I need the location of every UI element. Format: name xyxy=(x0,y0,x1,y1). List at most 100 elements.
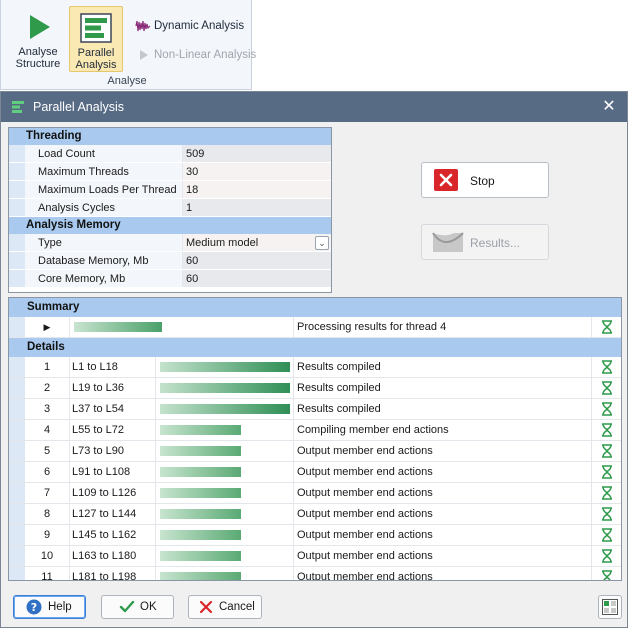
thread-progress-bar xyxy=(155,462,293,482)
max-loads-per-thread-field[interactable]: 18 xyxy=(183,181,331,198)
stop-x-icon xyxy=(434,169,458,191)
max-threads-field[interactable]: 30 xyxy=(183,163,331,180)
results-button-label: Results... xyxy=(470,236,521,250)
thread-status: Output member end actions xyxy=(293,546,591,566)
memory-type-value: Medium model xyxy=(186,237,259,249)
help-button-label: Help xyxy=(48,601,72,613)
load-range: L91 to L108 xyxy=(69,462,155,482)
thread-progress-fill xyxy=(160,551,241,561)
property-label: Maximum Threads xyxy=(25,163,183,180)
property-label: Core Memory, Mb xyxy=(25,270,183,287)
hourglass-icon xyxy=(602,528,612,542)
summary-row[interactable]: ▶ Processing results for thread 4 xyxy=(9,317,621,338)
non-linear-analysis-button[interactable]: Non-Linear Analysis xyxy=(135,45,256,65)
load-range: L19 to L36 xyxy=(69,378,155,398)
thread-number: 2 xyxy=(43,382,51,394)
summary-progress-fill xyxy=(74,322,162,332)
thread-number: 11 xyxy=(41,571,53,581)
thread-progress-fill xyxy=(160,362,290,372)
thread-status: Output member end actions xyxy=(293,567,591,580)
load-range: L73 to L90 xyxy=(69,441,155,461)
core-memory-field[interactable]: 60 xyxy=(183,270,331,287)
checkmark-icon xyxy=(119,600,135,613)
table-row[interactable]: 10 L163 to L180 Output member end actions xyxy=(9,546,621,567)
ribbon: Analyse Structure Parallel Analysis Dyna… xyxy=(0,0,256,90)
table-row[interactable]: 9 L145 to L162 Output member end actions xyxy=(9,525,621,546)
table-row[interactable]: 8 L127 to L144 Output member end actions xyxy=(9,504,621,525)
hourglass-icon xyxy=(602,570,612,580)
dynamic-analysis-button[interactable]: Dynamic Analysis xyxy=(135,16,244,36)
thread-status: Compiling member end actions xyxy=(293,420,591,440)
ok-button-label: OK xyxy=(140,601,157,613)
property-row-max-threads: Maximum Threads 30 xyxy=(9,163,331,181)
cancel-button[interactable]: Cancel xyxy=(188,595,262,619)
thread-progress-bar xyxy=(155,399,293,419)
parallel-analysis-dialog: Parallel Analysis ✕ Threading Load Count… xyxy=(0,91,628,628)
property-row-type: Type Medium model ⌄ xyxy=(9,234,331,252)
thread-progress-bar xyxy=(155,357,293,377)
thread-progress-bar xyxy=(155,504,293,524)
table-row[interactable]: 5 L73 to L90 Output member end actions xyxy=(9,441,621,462)
thread-number: 3 xyxy=(43,403,51,415)
results-button[interactable]: Results... xyxy=(421,224,549,260)
dialog-titlebar[interactable]: Parallel Analysis ✕ xyxy=(1,92,627,122)
table-row[interactable]: 1 L1 to L18 Results compiled xyxy=(9,357,621,378)
dialog-title: Parallel Analysis xyxy=(33,100,125,114)
results-icon xyxy=(432,232,464,252)
hourglass-icon xyxy=(602,360,612,374)
play-icon xyxy=(30,15,50,39)
chevron-down-icon[interactable]: ⌄ xyxy=(315,236,329,250)
thread-progress-bar xyxy=(155,441,293,461)
thread-progress-fill xyxy=(160,404,290,414)
table-row[interactable]: 3 L37 to L54 Results compiled xyxy=(9,399,621,420)
calculator-button[interactable] xyxy=(598,595,622,619)
close-icon[interactable]: ✕ xyxy=(599,97,619,117)
thread-progress-fill xyxy=(160,425,241,435)
table-row[interactable]: 7 L109 to L126 Output member end actions xyxy=(9,483,621,504)
hourglass-icon xyxy=(602,320,612,334)
property-label: Load Count xyxy=(25,145,183,162)
table-row[interactable]: 4 L55 to L72 Compiling member end actions xyxy=(9,420,621,441)
analyse-structure-label: Analyse Structure xyxy=(15,46,61,70)
load-range: L127 to L144 xyxy=(69,504,155,524)
property-label: Database Memory, Mb xyxy=(25,252,183,269)
memory-type-select[interactable]: Medium model ⌄ xyxy=(183,234,331,251)
thread-status: Output member end actions xyxy=(293,441,591,461)
hourglass-icon xyxy=(602,549,612,563)
cancel-button-label: Cancel xyxy=(219,601,255,613)
hourglass-icon xyxy=(602,486,612,500)
thread-status: Output member end actions xyxy=(293,504,591,524)
current-row-arrow-icon: ▶ xyxy=(43,321,51,332)
thread-progress-bar xyxy=(155,546,293,566)
thread-progress-fill xyxy=(160,488,241,498)
database-memory-field[interactable]: 60 xyxy=(183,252,331,269)
load-range: L55 to L72 xyxy=(69,420,155,440)
ok-button[interactable]: OK xyxy=(101,595,174,619)
calculator-icon xyxy=(602,599,618,615)
load-range: L145 to L162 xyxy=(69,525,155,545)
analysis-memory-section-header: Analysis Memory xyxy=(9,217,331,234)
analyse-structure-button[interactable]: Analyse Structure xyxy=(11,6,65,72)
table-row[interactable]: 11 L181 to L198 Output member end actions xyxy=(9,567,621,581)
thread-number: 5 xyxy=(43,445,51,457)
threading-section-header: Threading xyxy=(9,128,331,145)
stop-button[interactable]: Stop xyxy=(421,162,549,198)
thread-status: Output member end actions xyxy=(293,462,591,482)
property-row-database-memory: Database Memory, Mb 60 xyxy=(9,252,331,270)
hourglass-icon xyxy=(602,381,612,395)
parallel-bars-icon xyxy=(12,101,24,113)
progress-list[interactable]: Summary ▶ Processing results for thread … xyxy=(8,297,622,581)
thread-number: 6 xyxy=(43,466,51,478)
property-row-load-count: Load Count 509 xyxy=(9,145,331,163)
thread-status: Results compiled xyxy=(293,357,591,377)
parallel-bars-icon xyxy=(80,13,112,43)
thread-progress-fill xyxy=(160,572,241,580)
help-button[interactable]: ? Help xyxy=(13,595,86,619)
hourglass-icon xyxy=(602,507,612,521)
summary-status: Processing results for thread 4 xyxy=(293,317,591,337)
table-row[interactable]: 2 L19 to L36 Results compiled xyxy=(9,378,621,399)
parallel-analysis-button[interactable]: Parallel Analysis xyxy=(69,6,123,72)
analysis-cycles-value: 1 xyxy=(183,199,331,216)
summary-progress-bar xyxy=(69,317,293,337)
table-row[interactable]: 6 L91 to L108 Output member end actions xyxy=(9,462,621,483)
